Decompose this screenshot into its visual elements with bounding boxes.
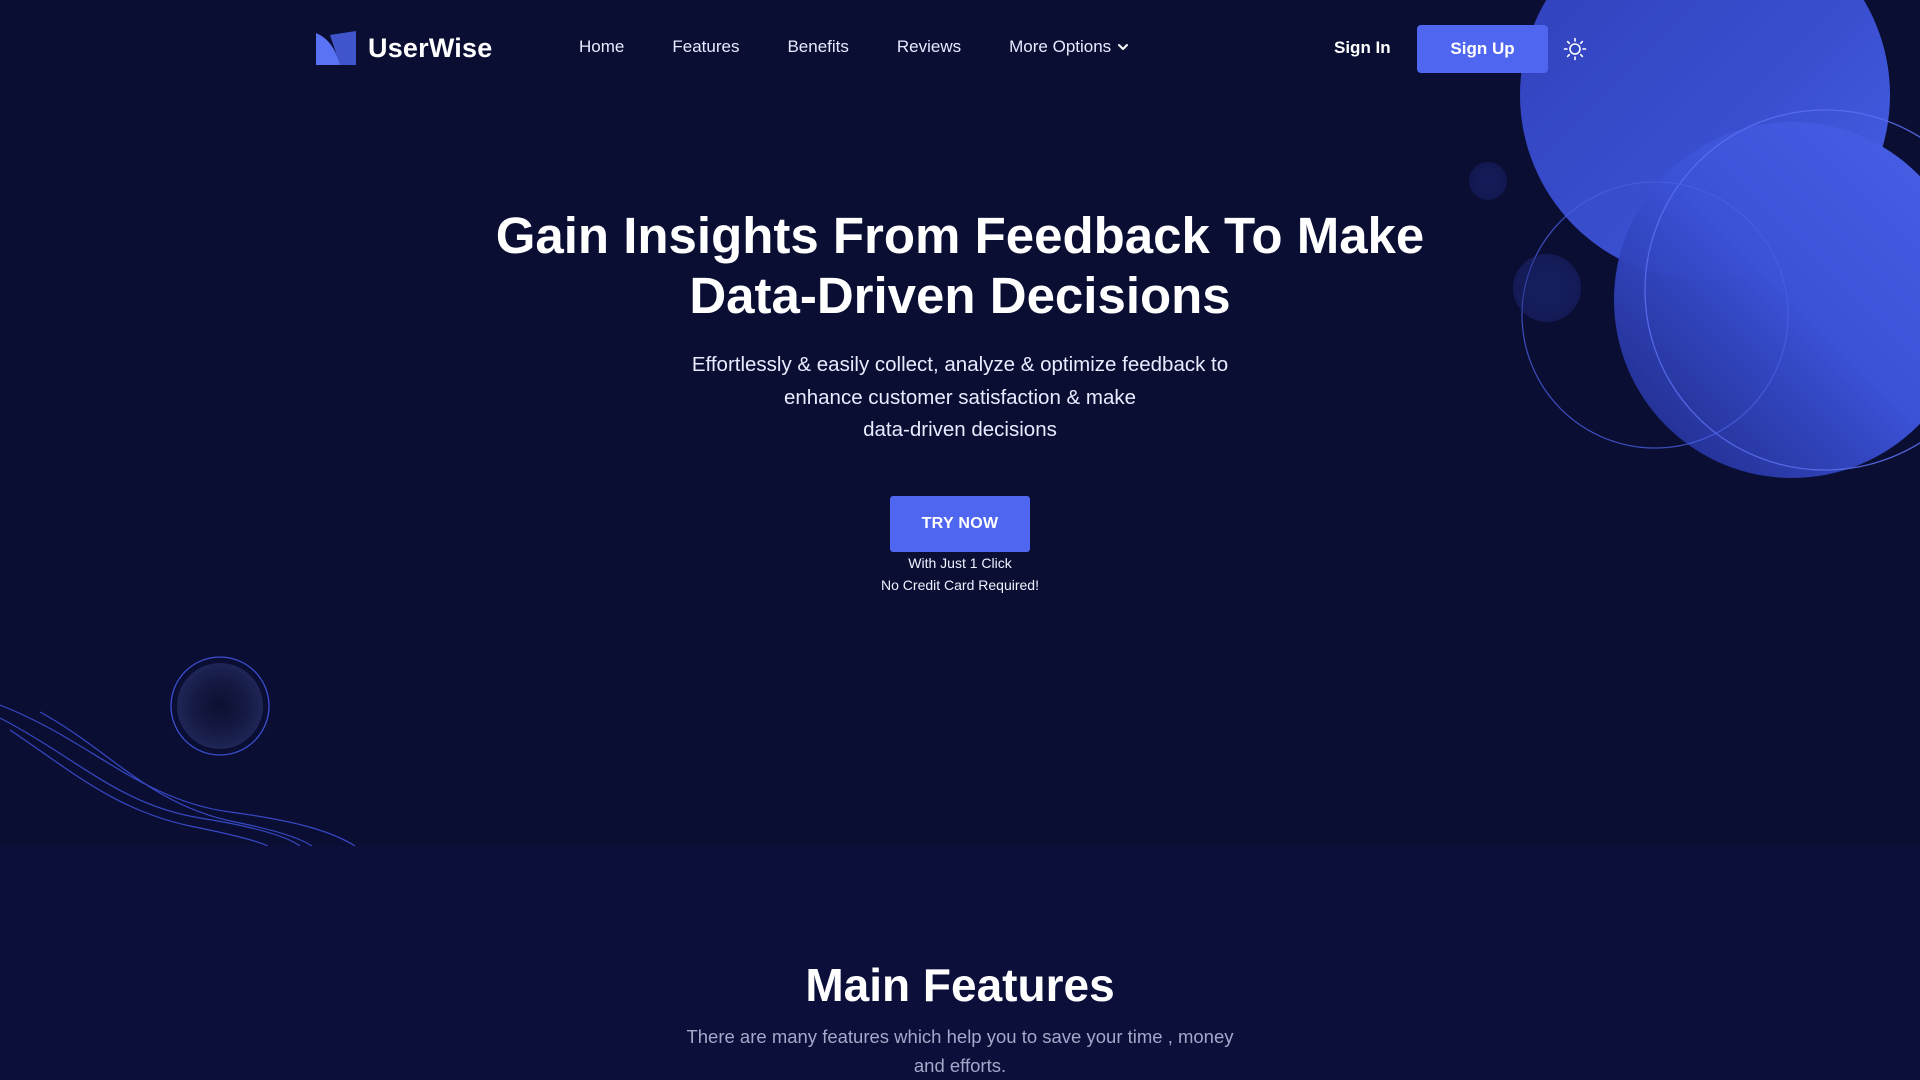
- nav-links: Home Features Benefits Reviews More Opti…: [579, 37, 1177, 57]
- nav-link-home[interactable]: Home: [579, 37, 624, 57]
- hero-section: UserWise Home Features Benefits Reviews …: [0, 0, 1920, 846]
- sun-icon[interactable]: [1563, 37, 1587, 61]
- hero-title-line-1: Gain Insights From Feedback To Make: [495, 207, 1425, 264]
- cta-note-no-credit-card: No Credit Card Required!: [881, 577, 1039, 593]
- logo-icon: [316, 31, 356, 65]
- hero-title: Gain Insights From Feedback To Make Data…: [460, 206, 1460, 326]
- nav-link-reviews[interactable]: Reviews: [897, 37, 961, 57]
- chevron-down-icon: [1118, 44, 1129, 50]
- logo[interactable]: UserWise: [316, 30, 492, 66]
- bottom-left-waves: [0, 704, 356, 846]
- landing-page: UserWise Home Features Benefits Reviews …: [0, 0, 1920, 1080]
- hero-subtitle-line: data-driven decisions: [863, 418, 1057, 441]
- cta-note-one-click: With Just 1 Click: [908, 555, 1012, 571]
- sign-in-link[interactable]: Sign In: [1334, 38, 1391, 58]
- nav-link-benefits[interactable]: Benefits: [787, 37, 848, 57]
- more-options-label: More Options: [1009, 37, 1112, 56]
- nav-link-more-options[interactable]: More Options: [1009, 37, 1129, 57]
- features-subtitle-line: and efforts.: [913, 1055, 1007, 1076]
- bottom-left-orb: [170, 656, 270, 756]
- features-title: Main Features: [805, 959, 1115, 1011]
- nav-link-features[interactable]: Features: [672, 37, 739, 57]
- hero-subtitle-line: Effortlessly & easily collect, analyze &…: [691, 353, 1229, 376]
- hero-title-line-2: Data-Driven Decisions: [689, 267, 1231, 324]
- features-subtitle-line: There are many features which help you t…: [686, 1026, 1234, 1047]
- features-subtitle: There are many features which help you t…: [660, 1022, 1260, 1080]
- hero-subtitle-line: enhance customer satisfaction & make: [783, 385, 1137, 409]
- try-now-button[interactable]: TRY NOW: [890, 496, 1030, 552]
- sign-up-button[interactable]: Sign Up: [1417, 25, 1548, 73]
- hero-subtitle: Effortlessly & easily collect, analyze &…: [660, 349, 1260, 447]
- brand-name: UserWise: [368, 32, 493, 63]
- navbar: UserWise Home Features Benefits Reviews …: [0, 0, 1920, 98]
